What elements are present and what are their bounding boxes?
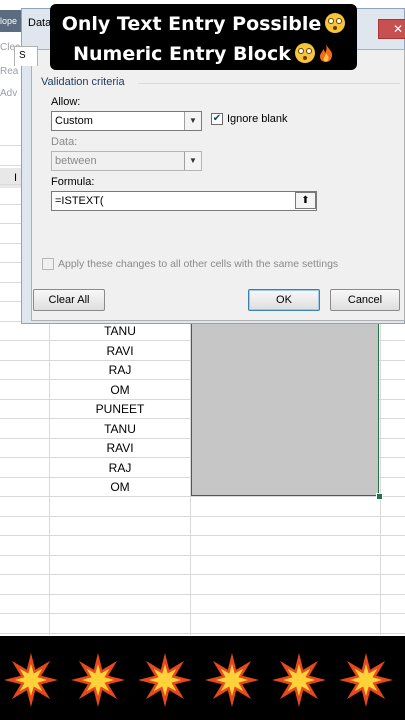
developer-tab[interactable]: lope	[0, 10, 22, 32]
explosion-icon	[138, 653, 192, 707]
explosion-icon	[339, 653, 393, 707]
name-cell[interactable]: RAJ	[50, 361, 190, 380]
explosion-icon	[4, 653, 58, 707]
caption-banner: Only Text Entry Possible Numeric Entry B…	[50, 4, 357, 70]
formula-input[interactable]: =ISTEXT(	[51, 191, 317, 211]
grid-row-line	[0, 535, 405, 536]
formula-label: Formula:	[51, 176, 95, 188]
dialog-title: Data	[28, 17, 52, 29]
close-button[interactable]: ✕	[378, 19, 405, 39]
allow-value: Custom	[55, 115, 93, 127]
name-cell[interactable]: PUNEET	[50, 400, 190, 419]
caption-line-1: Only Text Entry Possible	[50, 13, 357, 35]
explosion-icon	[205, 653, 259, 707]
caption-line-2: Numeric Entry Block	[50, 43, 357, 65]
chevron-down-icon[interactable]: ▼	[184, 112, 201, 130]
cancel-button[interactable]: Cancel	[330, 289, 400, 311]
grid-row-line	[0, 554, 405, 556]
apply-all-checkbox	[42, 258, 54, 270]
selected-range[interactable]	[191, 322, 379, 496]
data-dropdown: between ▼	[51, 151, 202, 171]
name-cell[interactable]: RAJ	[50, 459, 190, 478]
ok-button[interactable]: OK	[248, 289, 320, 311]
validation-criteria-label: Validation criteria	[41, 76, 125, 88]
name-cell[interactable]: TANU	[50, 322, 190, 341]
grid-row-line	[0, 593, 405, 595]
explosion-icon	[71, 653, 125, 707]
apply-all-label: Apply these changes to all other cells w…	[58, 258, 339, 270]
allow-label: Allow:	[51, 96, 81, 108]
flushed-face-icon	[325, 13, 346, 33]
group-divider	[138, 83, 400, 84]
name-cell[interactable]: OM	[50, 381, 190, 400]
caption-line-2-text: Numeric Entry Block	[73, 43, 291, 65]
name-cell[interactable]: RAVI	[50, 439, 190, 458]
arrow-up-icon: ⬆	[301, 195, 310, 206]
ignore-blank-label[interactable]: Ignore blank	[227, 113, 288, 125]
flushed-face-icon	[294, 43, 315, 63]
grid-row-line	[0, 613, 405, 614]
chevron-down-icon: ▼	[184, 152, 201, 170]
fire-icon	[319, 44, 333, 62]
data-label: Data:	[51, 136, 78, 148]
collapse-dialog-button[interactable]: ⬆	[295, 192, 316, 209]
tab-settings[interactable]: S	[14, 46, 38, 66]
name-cell[interactable]: TANU	[50, 420, 190, 439]
grid-row-line	[0, 632, 405, 634]
name-cell[interactable]: OM	[50, 478, 190, 497]
explosion-icon	[272, 653, 326, 707]
caption-line-1-text: Only Text Entry Possible	[61, 13, 322, 35]
grid-row-line	[0, 515, 405, 517]
formula-value: =ISTEXT(	[55, 195, 104, 207]
clear-all-button[interactable]: Clear All	[33, 289, 105, 311]
name-cell[interactable]: RAVI	[50, 342, 190, 361]
column-header[interactable]: I	[0, 168, 22, 188]
grid-row-line	[0, 574, 405, 575]
allow-dropdown[interactable]: Custom ▼	[51, 111, 202, 131]
data-value: between	[55, 155, 97, 167]
fill-handle[interactable]	[376, 493, 383, 500]
ignore-blank-checkbox[interactable]: ✔	[211, 113, 223, 125]
